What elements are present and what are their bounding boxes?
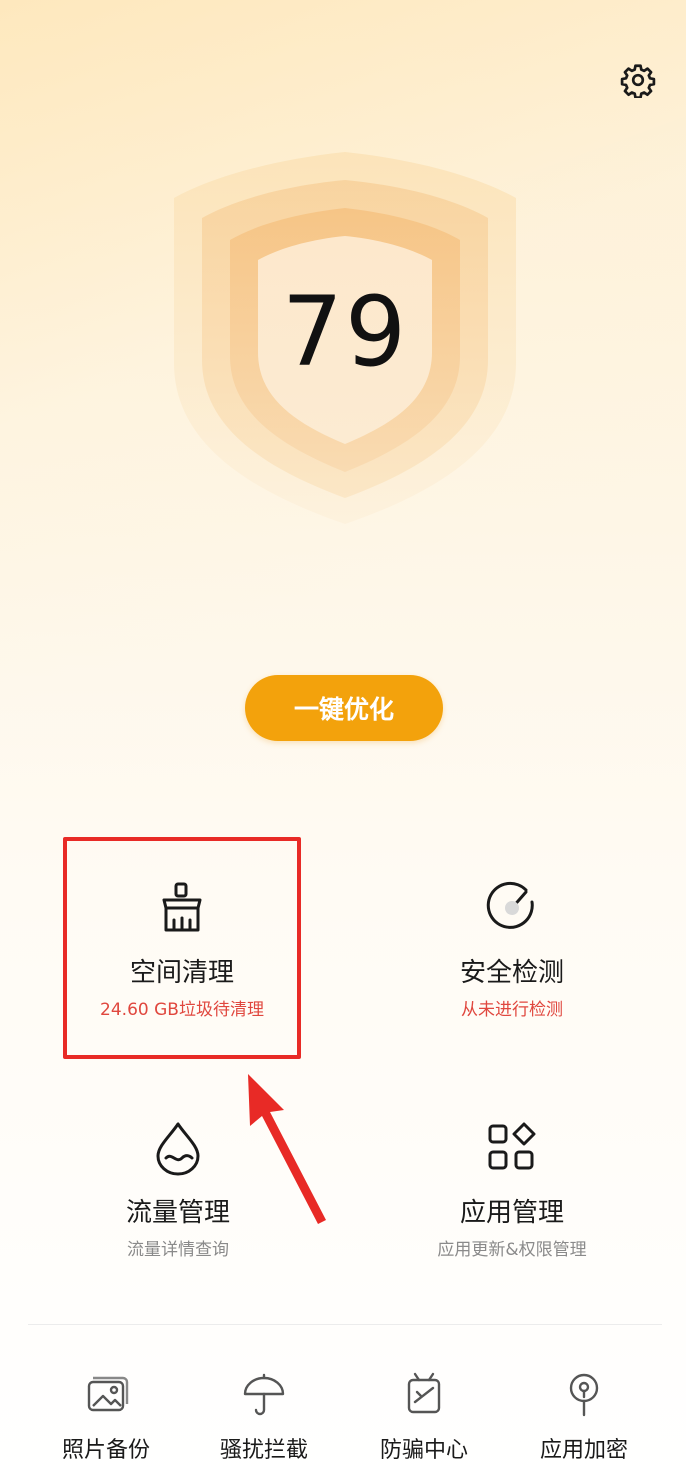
dock-app-lock[interactable]: 应用加密 (504, 1370, 664, 1464)
dock-anti-fraud[interactable]: 防骗中心 (344, 1370, 504, 1464)
tile-space-cleanup[interactable]: 空间清理 24.60 GB垃圾待清理 (62, 878, 302, 1078)
lock-pin-icon (569, 1373, 599, 1417)
tile-subtitle: 从未进行检测 (461, 1000, 563, 1020)
health-score: 79 (281, 276, 409, 388)
shield-check-icon (407, 1372, 441, 1414)
broom-icon (162, 882, 202, 932)
tile-title: 空间清理 (129, 958, 234, 988)
tile-data-traffic[interactable]: 流量管理 流量详情查询 (58, 1118, 298, 1318)
dock-label: 应用加密 (539, 1438, 628, 1463)
dock-label: 骚扰拦截 (219, 1438, 308, 1463)
gauge-icon (486, 881, 534, 929)
section-divider (28, 1324, 662, 1325)
settings-button[interactable] (618, 60, 658, 100)
water-drop-icon (156, 1122, 200, 1176)
optimize-button[interactable]: 一键优化 (245, 675, 443, 741)
dock-label: 照片备份 (61, 1438, 150, 1463)
tile-title: 流量管理 (125, 1198, 230, 1228)
tile-security-check[interactable]: 安全检测 从未进行检测 (392, 878, 632, 1078)
tile-subtitle: 24.60 GB垃圾待清理 (100, 1000, 264, 1020)
score-shield: 79 (170, 148, 520, 528)
dock-label: 防骗中心 (379, 1438, 468, 1463)
apps-grid-icon (488, 1122, 536, 1170)
dock-spam-block[interactable]: 骚扰拦截 (184, 1370, 344, 1464)
umbrella-icon (243, 1373, 285, 1416)
tile-subtitle: 流量详情查询 (127, 1240, 229, 1260)
dock-photo-backup[interactable]: 照片备份 (26, 1370, 186, 1464)
bottom-toolbar: 照片备份 骚扰拦截 防骗中心 应用加密 (0, 1370, 686, 1481)
gear-icon (620, 64, 656, 98)
tile-title: 安全检测 (459, 958, 564, 988)
tile-subtitle: 应用更新&权限管理 (437, 1240, 587, 1260)
tile-app-management[interactable]: 应用管理 应用更新&权限管理 (392, 1118, 632, 1318)
tile-title: 应用管理 (459, 1198, 564, 1228)
photo-icon (87, 1376, 129, 1412)
